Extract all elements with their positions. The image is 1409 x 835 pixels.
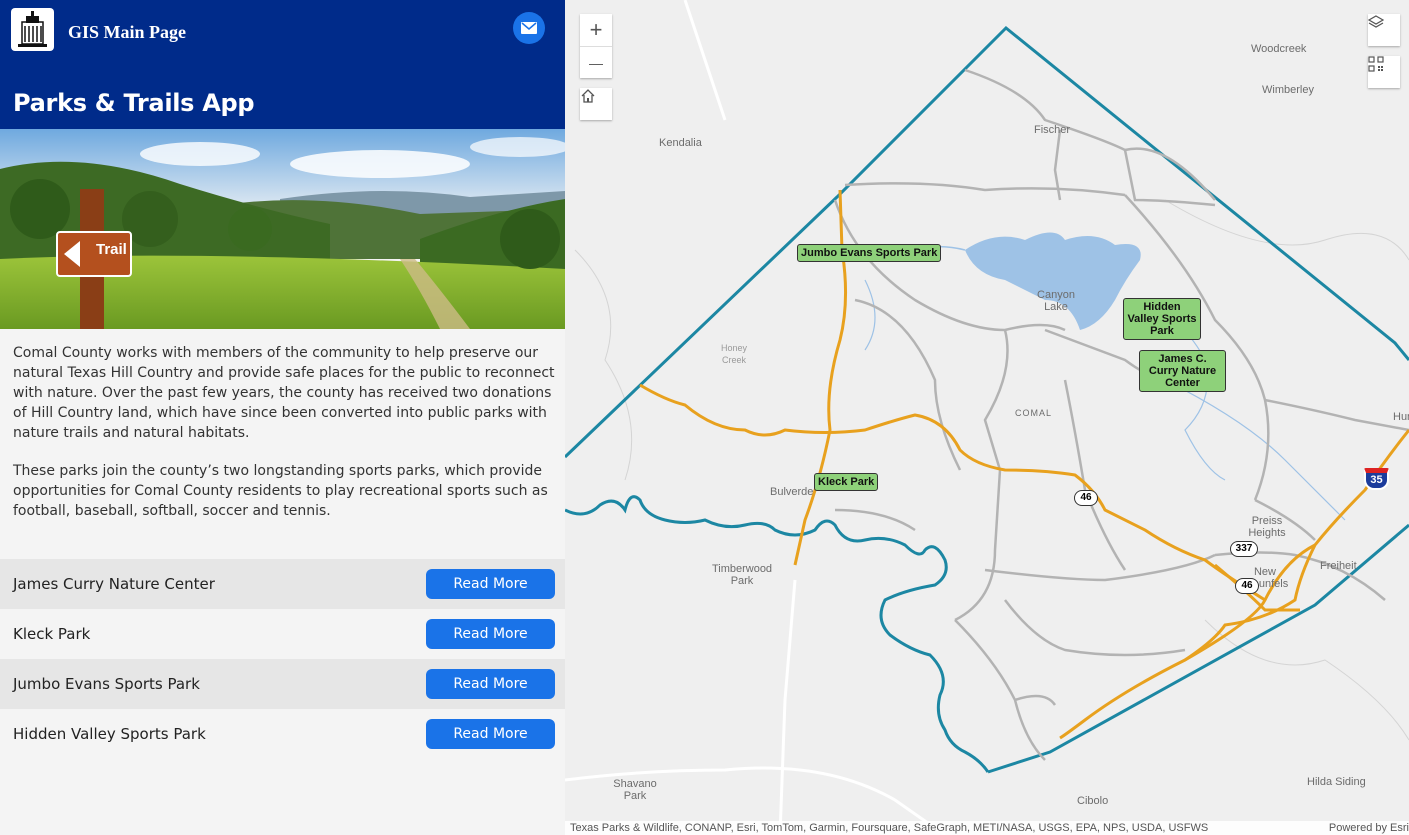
place-label: Preiss Heights — [1248, 515, 1286, 539]
top-header: GIS Main Page — [0, 0, 565, 67]
highway-shield: 46 — [1074, 490, 1098, 506]
home-icon — [581, 89, 595, 103]
read-more-button[interactable]: Read More — [426, 719, 555, 749]
layers-button[interactable] — [1368, 14, 1400, 46]
mail-button[interactable] — [513, 12, 545, 44]
list-item: James Curry Nature Center Read More — [0, 559, 565, 609]
place-label: Fischer — [1034, 124, 1071, 136]
zoom-control: + — — [580, 14, 612, 78]
home-button[interactable] — [580, 88, 612, 120]
place-label: COMAL — [1015, 408, 1053, 418]
zoom-in-button[interactable]: + — [580, 14, 612, 46]
place-label: Shavano Park — [613, 778, 657, 802]
list-item: Kleck Park Read More — [0, 609, 565, 659]
place-label: Canyon Lake — [1037, 289, 1075, 313]
attribution-text[interactable]: Texas Parks & Wildlife, CONANP, Esri, To… — [570, 822, 1208, 834]
read-more-button[interactable]: Read More — [426, 619, 555, 649]
park-marker-jumbo-evans[interactable]: Jumbo Evans Sports Park — [797, 244, 942, 262]
park-marker-kleck[interactable]: Kleck Park — [814, 473, 879, 491]
powered-by-link[interactable]: Powered by Esri — [1329, 821, 1409, 835]
highway-shield: 46 — [1235, 578, 1259, 594]
qr-code-icon — [1368, 56, 1384, 72]
place-label: Cibolo — [1077, 795, 1109, 807]
description: Comal County works with members of the c… — [13, 343, 558, 539]
zoom-out-button[interactable]: — — [580, 46, 612, 78]
trail-sign-text: Trail — [96, 241, 127, 258]
read-more-button[interactable]: Read More — [426, 569, 555, 599]
site-title[interactable]: GIS Main Page — [68, 22, 186, 43]
place-label: Kendalia — [659, 137, 702, 149]
list-item: Hidden Valley Sports Park Read More — [0, 709, 565, 759]
place-label: Honey Creek — [720, 343, 747, 365]
county-logo[interactable] — [11, 8, 54, 51]
map-attribution: Texas Parks & Wildlife, CONANP, Esri, To… — [565, 821, 1409, 835]
list-item: Jumbo Evans Sports Park Read More — [0, 659, 565, 709]
place-label: Freiheit — [1320, 560, 1357, 572]
place-label: Wimberley — [1262, 84, 1314, 96]
place-label: Timberwood Park — [711, 563, 773, 587]
highway-shield: 337 — [1230, 541, 1258, 557]
park-marker-hidden-valley[interactable]: Hidden Valley Sports Park — [1123, 298, 1201, 340]
description-paragraph-2: These parks join the county’s two longst… — [13, 463, 548, 519]
interstate-shield: 35 — [1364, 468, 1389, 490]
park-name: Jumbo Evans Sports Park — [13, 675, 200, 693]
app-header: Parks & Trails App — [0, 67, 565, 129]
read-more-button[interactable]: Read More — [426, 669, 555, 699]
park-list: James Curry Nature Center Read More Klec… — [0, 559, 565, 759]
app-root: GIS Main Page Parks & Trails App Trail C… — [0, 0, 1409, 835]
map-canvas[interactable] — [565, 0, 1409, 835]
description-paragraph-1: Comal County works with members of the c… — [13, 345, 555, 441]
place-label: Bulverde — [770, 486, 814, 498]
park-name: James Curry Nature Center — [13, 575, 215, 593]
park-name: Kleck Park — [13, 625, 91, 643]
layers-icon — [1368, 15, 1384, 28]
place-label: Hilda Siding — [1307, 776, 1366, 788]
sidebar: GIS Main Page Parks & Trails App Trail C… — [0, 0, 565, 835]
place-label: Hun — [1393, 411, 1409, 423]
hero-image: Trail — [0, 129, 565, 329]
app-title: Parks & Trails App — [13, 89, 255, 117]
place-label: Woodcreek — [1251, 43, 1307, 55]
mail-icon — [521, 22, 537, 34]
map-view[interactable]: Woodcreek Wimberley Fischer Kendalia Can… — [565, 0, 1409, 835]
qr-code-button[interactable] — [1368, 56, 1400, 88]
park-name: Hidden Valley Sports Park — [13, 725, 206, 743]
park-marker-james-curry[interactable]: James C. Curry Nature Center — [1139, 350, 1226, 392]
